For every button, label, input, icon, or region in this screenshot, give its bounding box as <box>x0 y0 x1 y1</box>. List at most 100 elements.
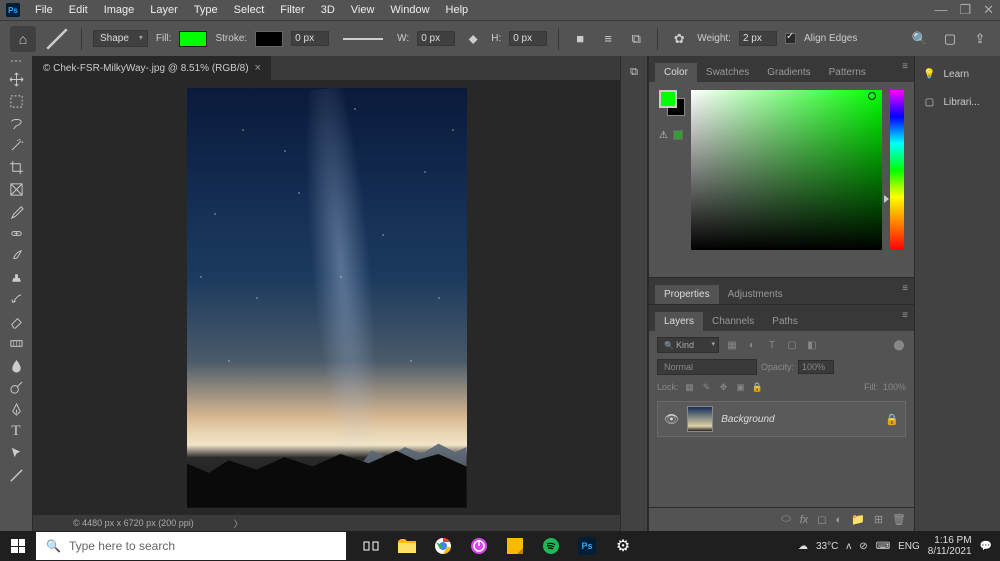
tab-color[interactable]: Color <box>655 63 697 82</box>
weather-icon[interactable]: ☁ <box>798 541 808 552</box>
tab-adjustments[interactable]: Adjustments <box>719 285 792 304</box>
healing-brush-tool[interactable] <box>2 222 30 244</box>
layer-mask-icon[interactable]: ◻ <box>817 513 826 526</box>
layer-name[interactable]: Background <box>721 414 774 425</box>
history-panel-icon[interactable]: ⧉ <box>630 66 638 79</box>
onedrive-icon[interactable]: ⊘ <box>859 541 867 552</box>
line-shape-tool[interactable] <box>2 464 30 486</box>
lock-pixels-icon[interactable]: ✎ <box>701 381 713 393</box>
menu-filter[interactable]: Filter <box>273 2 311 18</box>
filter-type-icon[interactable]: T <box>765 338 779 352</box>
adjustment-layer-icon[interactable]: ◐ <box>835 514 842 526</box>
settings-icon[interactable]: ⚙ <box>608 532 638 560</box>
clone-stamp-tool[interactable] <box>2 266 30 288</box>
gamut-warning-icon[interactable]: ⚠ <box>659 130 668 141</box>
blur-tool[interactable] <box>2 354 30 376</box>
marquee-tool[interactable] <box>2 90 30 112</box>
layer-visibility-icon[interactable]: 👁 <box>664 412 679 426</box>
panel-menu-icon[interactable]: ≡ <box>902 283 908 294</box>
menu-window[interactable]: Window <box>383 2 436 18</box>
type-tool[interactable]: T <box>2 420 30 442</box>
lock-transparency-icon[interactable]: ▦ <box>684 381 696 393</box>
fill-input[interactable]: 100% <box>883 382 906 392</box>
align-edges-checkbox[interactable] <box>785 33 796 44</box>
frame-tool[interactable] <box>2 178 30 200</box>
lock-artboard-icon[interactable]: ▣ <box>735 381 747 393</box>
menu-3d[interactable]: 3D <box>314 2 342 18</box>
eyedropper-tool[interactable] <box>2 200 30 222</box>
file-explorer-icon[interactable] <box>392 532 422 560</box>
filter-shape-icon[interactable]: ▢ <box>785 338 799 352</box>
path-arrange-icon[interactable]: ⧉ <box>626 29 646 49</box>
chrome-icon[interactable] <box>428 532 458 560</box>
panel-grip-icon[interactable] <box>6 60 26 66</box>
stroke-swatch[interactable] <box>255 31 283 47</box>
gear-icon[interactable]: ✿ <box>669 29 689 49</box>
menu-file[interactable]: File <box>28 2 60 18</box>
delete-layer-icon[interactable]: 🗑 <box>892 513 906 526</box>
blend-mode-dropdown[interactable]: Normal <box>657 359 757 375</box>
document-tab[interactable]: © Chek-FSR-MilkyWay-.jpg @ 8.51% (RGB/8)… <box>33 56 271 80</box>
tab-swatches[interactable]: Swatches <box>697 63 758 82</box>
path-align-icon[interactable]: ≡ <box>598 29 618 49</box>
share-icon[interactable]: ⇪ <box>970 29 990 49</box>
screen-mode-icon[interactable]: ▢ <box>940 29 960 49</box>
filter-pixel-icon[interactable]: ▦ <box>725 338 739 352</box>
fill-swatch[interactable] <box>179 31 207 47</box>
link-wh-icon[interactable]: ⬥ <box>463 29 483 49</box>
weight-input[interactable]: 2 px <box>739 31 777 46</box>
taskbar-search[interactable]: 🔍 Type here to search <box>36 532 346 560</box>
width-input[interactable]: 0 px <box>417 31 455 46</box>
tab-layers[interactable]: Layers <box>655 312 703 331</box>
gamut-closest-swatch[interactable] <box>673 130 683 140</box>
dodge-tool[interactable] <box>2 376 30 398</box>
move-tool[interactable] <box>2 68 30 90</box>
window-minimize-icon[interactable]: — <box>934 2 947 18</box>
filter-toggle[interactable]: ⬤ <box>892 338 906 352</box>
temperature[interactable]: 33°C <box>816 541 838 552</box>
eraser-tool[interactable] <box>2 310 30 332</box>
panel-menu-icon[interactable]: ≡ <box>902 310 908 321</box>
group-icon[interactable]: 📁 <box>851 513 865 526</box>
learn-panel-button[interactable]: 💡 Learn <box>922 66 994 82</box>
layer-style-icon[interactable]: fx <box>800 514 809 526</box>
close-tab-icon[interactable]: × <box>255 62 261 74</box>
path-ops-icon[interactable]: ■ <box>570 29 590 49</box>
tray-expand-icon[interactable]: ʌ <box>846 541 851 552</box>
tab-channels[interactable]: Channels <box>703 312 763 331</box>
tab-patterns[interactable]: Patterns <box>820 63 875 82</box>
filter-adjustment-icon[interactable]: ◐ <box>745 338 759 352</box>
menu-view[interactable]: View <box>344 2 382 18</box>
tab-properties[interactable]: Properties <box>655 285 719 304</box>
new-layer-icon[interactable]: ⊞ <box>874 513 883 526</box>
pen-tool[interactable] <box>2 398 30 420</box>
menu-type[interactable]: Type <box>187 2 225 18</box>
brush-tool[interactable] <box>2 244 30 266</box>
menu-help[interactable]: Help <box>439 2 476 18</box>
menu-layer[interactable]: Layer <box>143 2 185 18</box>
path-selection-tool[interactable] <box>2 442 30 464</box>
photoshop-taskbar-icon[interactable]: Ps <box>572 532 602 560</box>
saturation-brightness-picker[interactable] <box>691 90 882 250</box>
home-button[interactable]: ⌂ <box>10 26 36 52</box>
height-input[interactable]: 0 px <box>509 31 547 46</box>
gradient-tool[interactable] <box>2 332 30 354</box>
layer-row[interactable]: 👁 Background 🔒 <box>657 401 906 437</box>
menu-select[interactable]: Select <box>227 2 272 18</box>
menu-edit[interactable]: Edit <box>62 2 95 18</box>
keyboard-icon[interactable]: ⌨ <box>876 541 890 552</box>
opacity-input[interactable]: 100% <box>798 360 834 374</box>
layer-filter-dropdown[interactable]: Kind <box>657 337 719 353</box>
magic-wand-tool[interactable] <box>2 134 30 156</box>
clock[interactable]: 1:16 PM 8/11/2021 <box>928 535 972 557</box>
window-close-icon[interactable]: ✕ <box>983 2 994 18</box>
canvas-viewport[interactable] <box>33 80 620 515</box>
notifications-icon[interactable]: 💬 <box>980 541 992 552</box>
task-view-icon[interactable] <box>356 532 386 560</box>
lasso-tool[interactable] <box>2 112 30 134</box>
lock-position-icon[interactable]: ✥ <box>718 381 730 393</box>
search-icon[interactable]: 🔍 <box>910 29 930 49</box>
foreground-color-swatch[interactable] <box>659 90 677 108</box>
hue-slider[interactable] <box>890 90 904 250</box>
power-icon[interactable] <box>464 532 494 560</box>
